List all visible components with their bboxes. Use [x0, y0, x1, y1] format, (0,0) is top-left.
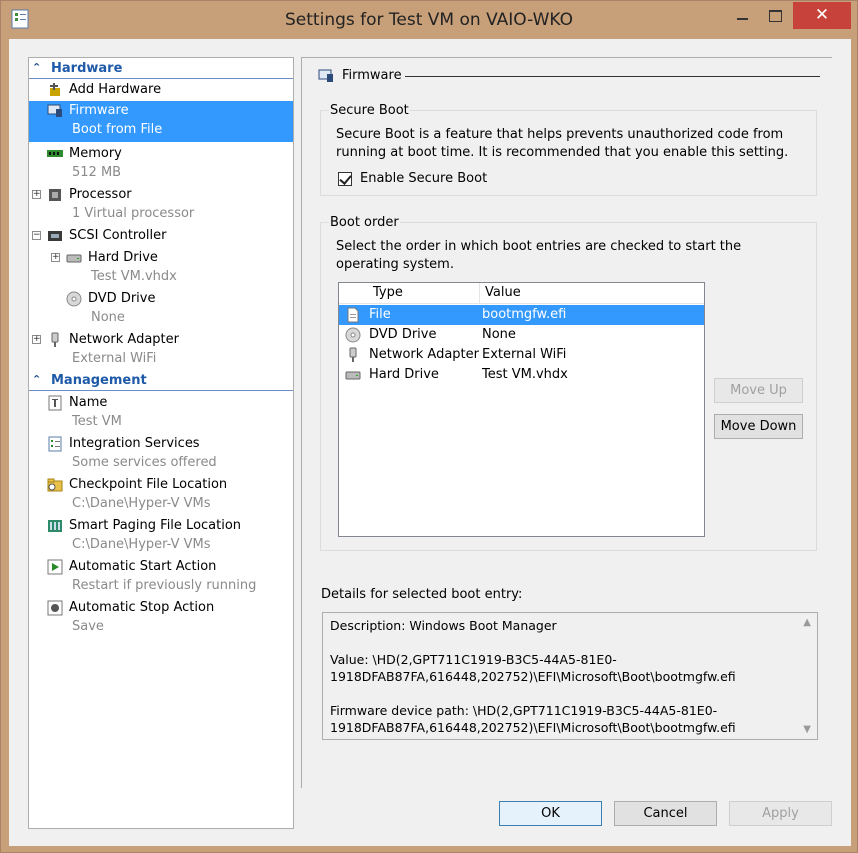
hardware-section-header[interactable]: ⌃ Hardware: [29, 60, 293, 79]
name-icon: [48, 395, 62, 411]
checkpoint-folder-icon: [47, 478, 63, 492]
tree-item-add-hardware[interactable]: Add Hardware: [29, 80, 293, 100]
tree-item-smart-paging-file-location[interactable]: Smart Paging File Location C:\Dane\Hyper…: [29, 516, 293, 557]
scroll-down-icon[interactable]: ▼: [803, 724, 811, 735]
secure-boot-group-title: Secure Boot: [329, 103, 410, 118]
boot-entry-row[interactable]: Hard Drive Test VM.vhdx: [339, 365, 704, 385]
boot-order-group-title: Boot order: [329, 215, 400, 230]
details-label: Details for selected boot entry:: [321, 587, 523, 602]
panel-title: Firmware: [342, 68, 402, 83]
tree-item-firmware[interactable]: Firmware Boot from File: [29, 101, 293, 142]
tree-item-dvd-drive[interactable]: DVD Drive None: [29, 289, 293, 330]
tree-item-processor[interactable]: + Processor 1 Virtual processor: [29, 185, 293, 226]
minimize-button[interactable]: [723, 2, 763, 29]
firmware-icon: [47, 104, 62, 117]
boot-entry-details[interactable]: Description: Windows Boot Manager Value:…: [322, 612, 818, 740]
details-text: Description: Windows Boot Manager Value:…: [330, 618, 736, 735]
enable-secure-boot-checkbox[interactable]: [338, 172, 352, 186]
stop-action-icon: [47, 600, 63, 616]
hard-drive-icon: [66, 254, 82, 263]
tree-item-automatic-start-action[interactable]: Automatic Start Action Restart if previo…: [29, 557, 293, 598]
boot-order-group: Boot order Select the order in which boo…: [320, 215, 817, 551]
move-down-button[interactable]: Move Down: [714, 414, 803, 439]
network-adapter-icon: [349, 347, 357, 362]
hard-drive-icon: [345, 371, 361, 380]
header-divider: [405, 76, 820, 77]
secure-boot-description: Secure Boot is a feature that helps prev…: [336, 127, 789, 160]
collapse-icon: ⌃: [32, 373, 42, 386]
expand-icon[interactable]: +: [32, 190, 41, 199]
scsi-controller-icon: [48, 231, 62, 241]
settings-window: Settings for Test VM on VAIO-WKO ✕ ⌃ Har…: [0, 0, 858, 853]
close-button[interactable]: ✕: [793, 2, 851, 29]
apply-button[interactable]: Apply: [729, 801, 832, 826]
expand-icon[interactable]: +: [51, 253, 60, 262]
smart-paging-icon: [48, 520, 62, 532]
secure-boot-group: Secure Boot Secure Boot is a feature tha…: [320, 103, 817, 196]
dvd-drive-icon: [66, 291, 82, 307]
collapse-icon: ⌃: [32, 61, 42, 74]
tree-item-checkpoint-file-location[interactable]: Checkpoint File Location C:\Dane\Hyper-V…: [29, 475, 293, 516]
tree-item-scsi-controller[interactable]: − SCSI Controller: [29, 226, 293, 246]
boot-order-list[interactable]: Type Value File bootmgfw.efi DVD Drive N…: [338, 282, 705, 537]
cancel-button[interactable]: Cancel: [614, 801, 717, 826]
hardware-section-label: Hardware: [51, 61, 123, 76]
enable-secure-boot-label[interactable]: Enable Secure Boot: [360, 171, 487, 186]
tree-item-memory[interactable]: Memory 512 MB: [29, 144, 293, 185]
settings-tree[interactable]: ⌃ Hardware Add Hardware Firmware Boot fr…: [28, 57, 294, 829]
add-hardware-icon: [50, 83, 60, 96]
close-icon: ✕: [814, 5, 830, 25]
management-section-label: Management: [51, 373, 147, 388]
ok-button[interactable]: OK: [499, 801, 602, 826]
column-type[interactable]: Type: [373, 285, 403, 300]
firmware-settings-panel: Firmware Secure Boot Secure Boot is a fe…: [301, 57, 832, 788]
column-separator[interactable]: [479, 283, 480, 304]
dvd-drive-icon: [345, 327, 361, 343]
panel-header: Firmware: [318, 68, 828, 88]
management-section-header[interactable]: ⌃ Management: [29, 372, 293, 391]
maximize-button[interactable]: [763, 2, 789, 29]
memory-icon: [47, 150, 63, 157]
move-up-button[interactable]: Move Up: [714, 378, 803, 403]
title-bar[interactable]: Settings for Test VM on VAIO-WKO ✕: [1, 1, 857, 39]
tree-item-name[interactable]: Name Test VM: [29, 393, 293, 434]
scroll-up-icon[interactable]: ▲: [803, 617, 811, 628]
boot-entry-row[interactable]: Network Adapter External WiFi: [339, 345, 704, 365]
integration-services-icon: [48, 436, 62, 452]
processor-icon: [49, 189, 61, 201]
boot-order-description: Select the order in which boot entries a…: [336, 239, 742, 272]
boot-order-list-header: Type Value: [339, 283, 704, 304]
firmware-icon: [318, 69, 333, 82]
column-value[interactable]: Value: [485, 285, 521, 300]
file-icon: [347, 307, 359, 323]
boot-entry-row[interactable]: File bootmgfw.efi: [339, 305, 704, 325]
tree-item-integration-services[interactable]: Integration Services Some services offer…: [29, 434, 293, 475]
collapse-node-icon[interactable]: −: [32, 231, 41, 240]
boot-entry-row[interactable]: DVD Drive None: [339, 325, 704, 345]
tree-item-automatic-stop-action[interactable]: Automatic Stop Action Save: [29, 598, 293, 639]
tree-item-network-adapter[interactable]: + Network Adapter External WiFi: [29, 330, 293, 371]
network-adapter-icon: [51, 332, 59, 347]
expand-icon[interactable]: +: [32, 335, 41, 344]
tree-item-hard-drive[interactable]: + Hard Drive Test VM.vhdx: [29, 248, 293, 289]
start-action-icon: [47, 559, 63, 575]
dialog-client: ⌃ Hardware Add Hardware Firmware Boot fr…: [9, 39, 851, 846]
